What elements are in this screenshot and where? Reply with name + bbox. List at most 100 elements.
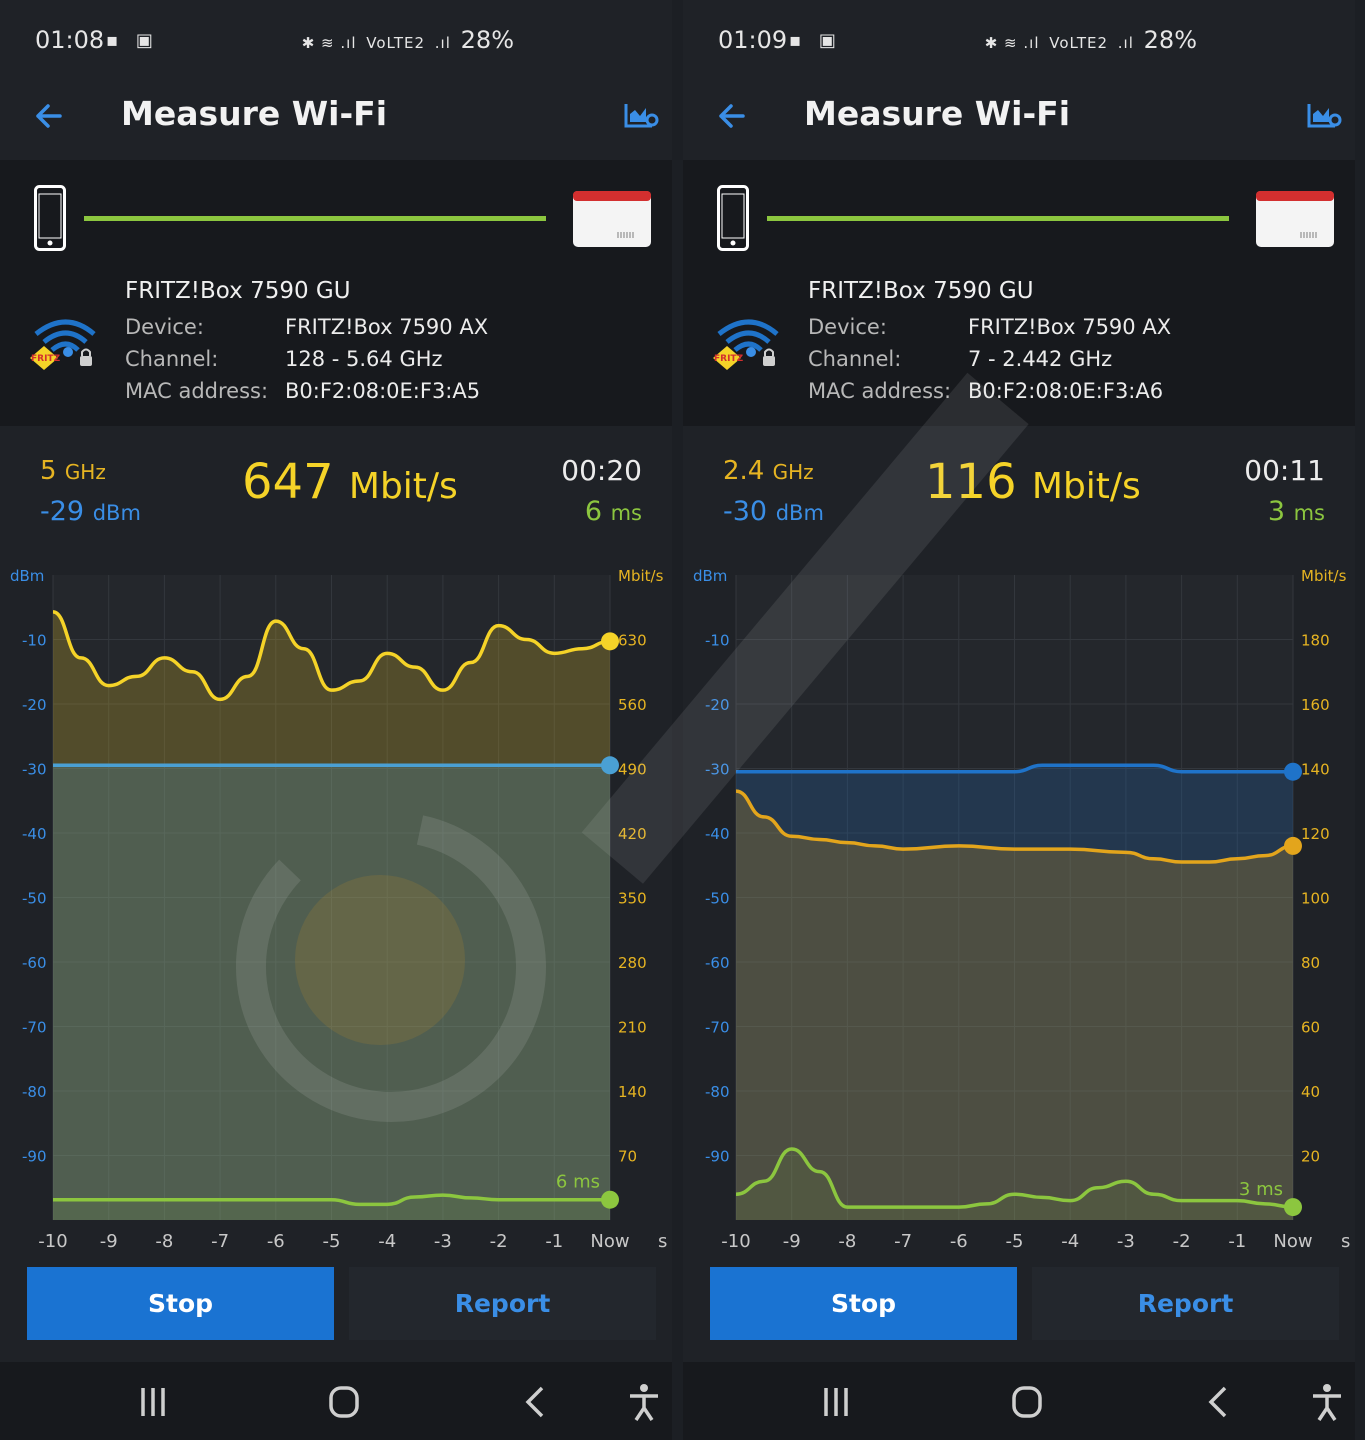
x-tick-label: -6 bbox=[267, 1231, 285, 1252]
right-tick-label: 70 bbox=[618, 1148, 637, 1166]
rate-unit: Mbit/s bbox=[1031, 466, 1141, 507]
screen-2-4ghz: 01:09 ▪ ▣ ✱ ≋ .ıl VoLTE2 .ıl 28% Measure… bbox=[683, 0, 1355, 1440]
stop-button[interactable]: Stop bbox=[27, 1267, 334, 1340]
mac-value: B0:F2:08:0E:F3:A5 bbox=[285, 379, 481, 403]
elapsed-time: 00:11 bbox=[1244, 454, 1325, 487]
accessibility-icon[interactable] bbox=[1305, 1380, 1349, 1424]
x-tick-label: -8 bbox=[838, 1231, 856, 1252]
left-tick-label: -10 bbox=[22, 632, 47, 650]
report-button[interactable]: Report bbox=[1032, 1267, 1339, 1340]
arrow-left-icon[interactable] bbox=[30, 96, 70, 136]
battery-level: 28% bbox=[1143, 26, 1197, 54]
left-tick-label: -50 bbox=[22, 890, 47, 908]
series-end-marker bbox=[601, 1190, 619, 1209]
series-end-marker bbox=[1284, 1198, 1302, 1217]
x-tick-label: -4 bbox=[378, 1231, 396, 1252]
channel-value: 7 - 2.442 GHz bbox=[968, 347, 1113, 371]
left-axis-title: dBm bbox=[693, 567, 727, 585]
x-tick-label: -6 bbox=[950, 1231, 968, 1252]
right-tick-label: 120 bbox=[1301, 825, 1330, 843]
cell-signal-icon: .ıl bbox=[1112, 34, 1140, 52]
connection-quality-line bbox=[84, 216, 546, 221]
x-tick-label: -10 bbox=[38, 1231, 67, 1252]
right-tick-label: 210 bbox=[618, 1019, 647, 1037]
latency-unit: ms bbox=[610, 501, 642, 525]
back-nav-icon[interactable] bbox=[514, 1380, 558, 1424]
device-value: FRITZ!Box 7590 AX bbox=[285, 315, 489, 339]
x-tick-label: -1 bbox=[545, 1231, 563, 1252]
back-nav-icon[interactable] bbox=[1197, 1380, 1241, 1424]
latency-value: 6 bbox=[584, 496, 602, 527]
throughput: 647 Mbit/s bbox=[242, 454, 458, 510]
wifi-secured-icon: FRITZ bbox=[30, 319, 96, 370]
mac-value: B0:F2:08:0E:F3:A6 bbox=[968, 379, 1164, 403]
frequency-band: 2.4 GHz bbox=[723, 456, 814, 486]
x-tick-label: -2 bbox=[490, 1231, 508, 1252]
latency-annotation: 6 ms bbox=[556, 1172, 600, 1193]
signal-icons: ✱ ≋ .ıl bbox=[984, 34, 1046, 52]
latency-value: 3 bbox=[1267, 496, 1285, 527]
chart-settings-icon[interactable] bbox=[624, 100, 660, 130]
svg-text:FRITZ: FRITZ bbox=[31, 354, 61, 364]
x-unit-label: s bbox=[1341, 1231, 1350, 1252]
signal-strength: -29 dBm bbox=[40, 496, 141, 527]
screen-5ghz: 01:08 ▪ ▣ ✱ ≋ .ıl VoLTE2 .ıl 28% Measure… bbox=[0, 0, 672, 1440]
throughput: 116 Mbit/s bbox=[925, 454, 1141, 510]
signal-value: -29 bbox=[40, 496, 85, 527]
channel-row: Channel: 128 - 5.64 GHz bbox=[125, 347, 443, 371]
recent-apps-icon[interactable] bbox=[131, 1380, 175, 1424]
latency-annotation: 3 ms bbox=[1239, 1179, 1283, 1200]
mac-row: MAC address: B0:F2:08:0E:F3:A6 bbox=[808, 379, 1163, 403]
home-icon[interactable] bbox=[322, 1380, 366, 1424]
notification-icons: ▪ ▣ bbox=[106, 30, 159, 51]
x-tick-label: -5 bbox=[1006, 1231, 1024, 1252]
stop-button[interactable]: Stop bbox=[710, 1267, 1017, 1340]
frequency-band: 5 GHz bbox=[40, 456, 106, 486]
right-tick-label: 560 bbox=[618, 696, 647, 714]
home-icon[interactable] bbox=[1005, 1380, 1049, 1424]
page-title: Measure Wi-Fi bbox=[121, 94, 388, 133]
right-axis-title: Mbit/s bbox=[1301, 567, 1347, 585]
x-tick-label: -7 bbox=[211, 1231, 229, 1252]
x-tick-label: -4 bbox=[1061, 1231, 1079, 1252]
band-value: 2.4 bbox=[723, 456, 765, 486]
system-nav-bar bbox=[683, 1362, 1355, 1440]
right-tick-label: 350 bbox=[618, 890, 647, 908]
status-bar: 01:08 ▪ ▣ ✱ ≋ .ıl VoLTE2 .ıl 28% bbox=[0, 0, 672, 82]
latency: 6 ms bbox=[585, 496, 642, 527]
left-tick-label: -30 bbox=[22, 761, 47, 779]
left-axis-title: dBm bbox=[10, 567, 44, 585]
status-indicators: ✱ ≋ .ıl VoLTE2 .ıl 28% bbox=[985, 26, 1197, 54]
rate-unit: Mbit/s bbox=[348, 466, 458, 507]
left-tick-label: -40 bbox=[705, 825, 730, 843]
x-tick-label: -9 bbox=[783, 1231, 801, 1252]
status-indicators: ✱ ≋ .ıl VoLTE2 .ıl 28% bbox=[302, 26, 514, 54]
wifi-secured-icon: FRITZ bbox=[713, 319, 779, 370]
report-button[interactable]: Report bbox=[349, 1267, 656, 1340]
signal-unit: dBm bbox=[92, 501, 141, 525]
mac-label: MAC address: bbox=[808, 379, 952, 403]
status-time: 01:09 bbox=[718, 26, 788, 54]
connection-quality-line bbox=[767, 216, 1229, 221]
chart-settings-icon[interactable] bbox=[1307, 100, 1343, 130]
left-tick-label: -80 bbox=[705, 1083, 730, 1101]
channel-label: Channel: bbox=[808, 347, 902, 371]
right-tick-label: 80 bbox=[1301, 954, 1320, 972]
x-tick-label: -3 bbox=[1117, 1231, 1135, 1252]
left-tick-label: -20 bbox=[705, 696, 730, 714]
accessibility-icon[interactable] bbox=[622, 1380, 666, 1424]
app-bar: Measure Wi-Fi bbox=[683, 82, 1355, 160]
left-tick-label: -50 bbox=[705, 890, 730, 908]
battery-level: 28% bbox=[460, 26, 514, 54]
arrow-left-icon[interactable] bbox=[713, 96, 753, 136]
cell-signal-icon: .ıl bbox=[429, 34, 457, 52]
measurement-chart: dBm Mbit/s -10 -20 -30 -40 -50 -60 -70 -80 -90 180 1… bbox=[693, 567, 1350, 1252]
network-type: VoLTE2 bbox=[1049, 34, 1109, 52]
mac-label: MAC address: bbox=[125, 379, 269, 403]
smartphone-icon bbox=[717, 185, 749, 251]
app-bar: Measure Wi-Fi bbox=[0, 82, 672, 160]
metrics-panel: 2.4 GHz -30 dBm 116 Mbit/s 00:11 3 ms bbox=[683, 426, 1355, 561]
right-tick-label: 60 bbox=[1301, 1019, 1320, 1037]
recent-apps-icon[interactable] bbox=[814, 1380, 858, 1424]
device-value: FRITZ!Box 7590 AX bbox=[968, 315, 1172, 339]
